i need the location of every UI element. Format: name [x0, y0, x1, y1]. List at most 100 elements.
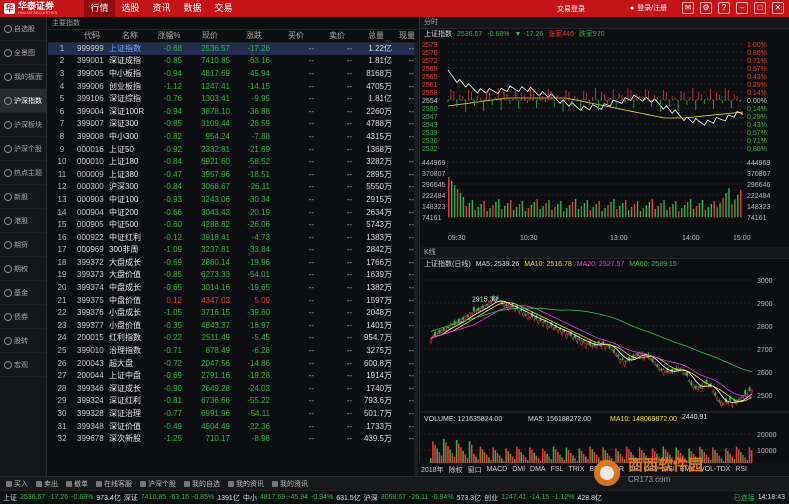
- sidebar-item-10[interactable]: 期权: [0, 257, 46, 281]
- mail-icon[interactable]: ✉: [682, 2, 694, 14]
- scrollbar[interactable]: [414, 42, 418, 476]
- indicator-tab[interactable]: TRIX: [568, 466, 584, 473]
- table-row[interactable]: 17 000969 300非周 -1.09 3237.81 -33.84 -- -- 2842万…: [48, 244, 418, 257]
- table-row[interactable]: 29 399324 深证红利 -0.81 6736.66 -55.22 -- -- 793.6万…: [48, 395, 418, 408]
- table-header: 代码 名称 涨幅% 现价 涨跌 买价 卖价 总量 现量: [48, 30, 418, 43]
- table-cell: -0.92: [163, 144, 182, 154]
- table-row[interactable]: 18 399372 大盘成长 -0.69 2860.14 -19.96 -- -- 1766万 -…: [48, 256, 418, 269]
- column-header[interactable]: 卖价: [318, 30, 356, 43]
- sidebar-item-2[interactable]: 我的板面: [0, 65, 46, 89]
- table-row[interactable]: 6 399004 深证100R -0.94 3878.10 -36.88 -- -- 2260万…: [48, 105, 418, 118]
- sidebar-item-4[interactable]: 沪深板块: [0, 113, 46, 137]
- trade-login-button[interactable]: 交易登录: [557, 4, 585, 14]
- table-row[interactable]: 22 399376 小盘成长 -1.05 3716.15 -39.60 -- -- 2048万 -…: [48, 306, 418, 319]
- bottom-tab-1[interactable]: 卖出: [33, 478, 61, 490]
- settings-icon[interactable]: ⚙: [700, 2, 712, 14]
- column-header[interactable]: 涨跌: [234, 30, 274, 43]
- status-cy-chg: -14.15: [529, 494, 550, 501]
- timeshare-chart[interactable]: 2579 1.00% 2576 0.86% 2572 0.71% 2569 0.57% 2565…: [420, 40, 789, 245]
- table-cell: -45.94: [247, 68, 270, 78]
- table-row[interactable]: 30 399328 深证治理 -0.77 6991.96 -54.11 -- -- 501.7万…: [48, 407, 418, 420]
- sidebar-item-5[interactable]: 沪深个股: [0, 137, 46, 161]
- indicator-tab[interactable]: 除权: [449, 465, 463, 475]
- bottom-tab-2[interactable]: 撤单: [63, 478, 91, 490]
- menu-trade[interactable]: 交易: [208, 0, 239, 17]
- table-row[interactable]: 19 399373 大盘价值 -0.85 6273.33 -54.01 -- -- 1639万 -…: [48, 269, 418, 282]
- table-row[interactable]: 1 999999 上证指数 -0.68 2536.57 -17.26 -- -- 1.22亿 --: [48, 42, 418, 55]
- bottom-tab-0[interactable]: 买入: [3, 478, 31, 490]
- indicator-tab[interactable]: FSL: [551, 466, 564, 473]
- sidebar-item-11[interactable]: 基金: [0, 281, 46, 305]
- kline-price-tick: 3000: [757, 278, 773, 285]
- indicator-tab[interactable]: DMA: [530, 466, 546, 473]
- table-row[interactable]: 8 399008 中小300 -0.82 954.24 -7.88 -- -- 4315万 --: [48, 130, 418, 143]
- volume-bar: [580, 206, 583, 217]
- bottom-tab-6[interactable]: 我的资讯: [225, 478, 267, 490]
- menu-data[interactable]: 数据: [177, 0, 208, 17]
- table-row[interactable]: 12 000300 沪深300 -0.84 3068.67 -26.11 -- -- 5550万…: [48, 181, 418, 194]
- sidebar-item-13[interactable]: 股转: [0, 329, 46, 353]
- bottom-tab-5[interactable]: 我的自选: [181, 478, 223, 490]
- sidebar-item-icon: [4, 216, 12, 225]
- table-row[interactable]: 7 399007 深证300 -0.85 3109.44 -26.59 -- -- 4788万 -…: [48, 118, 418, 131]
- help-icon[interactable]: ?: [718, 2, 730, 14]
- table-row[interactable]: 24 200015 红利指数 -0.22 2511.49 -5.45 -- -- 954.7万 -…: [48, 332, 418, 345]
- table-row[interactable]: 3 399005 中小板指 -0.94 4817.69 -45.94 -- -- 8168万 --: [48, 67, 418, 80]
- table-row[interactable]: 23 399377 小盘价值 -0.35 4843.37 -16.97 -- -- 1401万 -…: [48, 319, 418, 332]
- table-cell: -26.59: [247, 119, 270, 129]
- column-header[interactable]: 总量: [356, 30, 396, 43]
- maximize-icon[interactable]: □: [754, 2, 766, 14]
- user-login-button[interactable]: ● 登录/注册: [630, 3, 667, 13]
- table-row[interactable]: 4 399006 创业板指 -1.12 1247.41 -14.15 -- -- 4705万 --: [48, 80, 418, 93]
- column-header[interactable]: 买价: [274, 30, 318, 43]
- table-row[interactable]: 21 399375 中盘价值 0.12 4347.03 5.09 -- -- 1597万 --: [48, 294, 418, 307]
- bottom-tab-4[interactable]: 沪深个股: [137, 478, 179, 490]
- table-row[interactable]: 26 200043 超大盘 -0.72 2047.56 -14.86 -- -- 600.8万 -…: [48, 357, 418, 370]
- column-header[interactable]: 名称: [108, 30, 152, 43]
- table-row[interactable]: 14 000904 中证200 -0.66 3043.43 -20.19 -- -- 2634万…: [48, 206, 418, 219]
- volume-bar: [507, 203, 509, 217]
- table-row[interactable]: 5 399106 深证综指 -0.76 1303.41 -9.95 -- -- 1.81亿 --: [48, 92, 418, 105]
- volume-bar: [684, 205, 686, 217]
- indicator-tab[interactable]: 窗口: [468, 465, 482, 475]
- table-row[interactable]: 28 399346 深证成长 -0.90 2649.28 -24.03 -- -- 1740万 -…: [48, 382, 418, 395]
- column-header[interactable]: 现量: [396, 30, 418, 43]
- column-header[interactable]: 代码: [76, 30, 108, 43]
- sidebar-item-9[interactable]: 期货: [0, 233, 46, 257]
- kline-chart[interactable]: 3000 2900 2800 2700 2600 2500 2915.30 2440.91 VO…: [420, 270, 789, 477]
- sidebar-item-8[interactable]: 港股: [0, 209, 46, 233]
- table-row[interactable]: 27 200044 上证中盘 -0.69 2791.16 -19.28 -- -- 1914万 -…: [48, 369, 418, 382]
- minimize-icon[interactable]: –: [736, 2, 748, 14]
- sidebar-item-6[interactable]: 热点主题: [0, 161, 46, 185]
- table-row[interactable]: 13 000903 中证100 -0.93 3243.06 -30.34 -- -- 2915万…: [48, 193, 418, 206]
- sidebar-item-3[interactable]: 沪深指数: [0, 89, 46, 113]
- sidebar-item-14[interactable]: 宏观: [0, 353, 46, 377]
- table-row[interactable]: 25 399010 治理指数 -0.71 878.49 -6.28 -- -- 3275万 --: [48, 344, 418, 357]
- column-header[interactable]: 涨幅%: [152, 30, 186, 43]
- column-header[interactable]: [48, 30, 76, 43]
- indicator-tab[interactable]: MACD: [487, 466, 508, 473]
- table-row[interactable]: 9 000016 上证50 -0.92 2332.81 -21.69 -- -- 1368万 --: [48, 143, 418, 156]
- table-cell: --: [346, 358, 352, 368]
- sidebar-item-7[interactable]: 新股: [0, 185, 46, 209]
- table-row[interactable]: 11 000009 上证380 -0.47 3957.96 -18.51 -- -- 2895万…: [48, 168, 418, 181]
- menu-news[interactable]: 资讯: [146, 0, 177, 17]
- table-row[interactable]: 20 399374 中盘成长 -0.65 3014.16 -19.65 -- -- 1382万 -…: [48, 281, 418, 294]
- table-row[interactable]: 32 399678 深次新股 -1.25 710.17 -8.98 -- -- 439.5万 --: [48, 432, 418, 445]
- table-row[interactable]: 15 000905 中证500 -0.60 4288.82 -26.06 -- -- 5743万…: [48, 218, 418, 231]
- bottom-tab-3[interactable]: 在线客服: [93, 478, 135, 490]
- menu-stock-picker[interactable]: 选股: [115, 0, 146, 17]
- column-header[interactable]: 现价: [186, 30, 234, 43]
- candle: [591, 345, 594, 348]
- table-row[interactable]: 16 000922 中证红利 -0.12 3918.41 -4.73 -- -- 1383万 --: [48, 231, 418, 244]
- sidebar-item-0[interactable]: 自选股: [0, 17, 46, 41]
- sidebar-item-12[interactable]: 债券: [0, 305, 46, 329]
- sidebar-item-1[interactable]: 全景图: [0, 41, 46, 65]
- indicator-tab[interactable]: DMI: [512, 466, 525, 473]
- table-row[interactable]: 31 399348 深证价值 -0.49 4504.49 -22.36 -- -- 1733万 -…: [48, 420, 418, 433]
- close-icon[interactable]: ✕: [772, 2, 784, 14]
- table-row[interactable]: 10 000010 上证180 -0.84 6921.60 -58.52 -- -- 3282万…: [48, 155, 418, 168]
- bottom-tab-7[interactable]: 我的资讯: [269, 478, 311, 490]
- table-row[interactable]: 2 399001 深证成指 -0.85 7410.85 -63.16 -- -- 1.81亿 --: [48, 55, 418, 68]
- menu-market[interactable]: 行情: [84, 0, 115, 17]
